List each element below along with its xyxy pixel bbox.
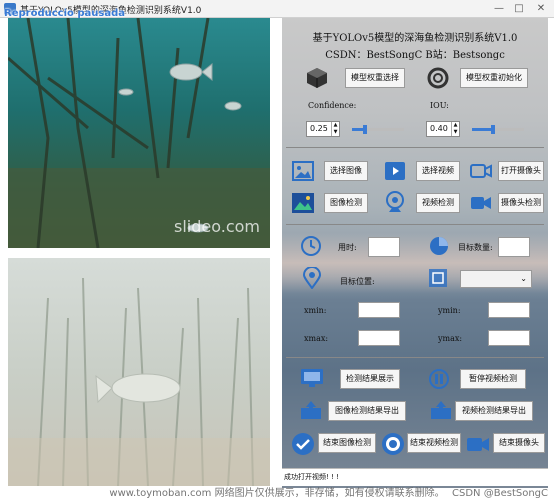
video-file-icon[interactable]	[384, 161, 406, 181]
target-select-dropdown[interactable]: ⌄	[460, 270, 532, 288]
count-output	[498, 237, 530, 257]
end-camera-button[interactable]: 结束摄像头	[493, 433, 545, 453]
location-pin-icon	[302, 267, 322, 289]
detection-scene-image	[8, 277, 270, 486]
end-image-detect-button[interactable]: 结束图像检测	[318, 433, 376, 453]
spinbox-arrows-icon[interactable]: ▲ ▼	[331, 122, 339, 136]
webcam-icon[interactable]	[385, 190, 405, 214]
ymin-label: ymin:	[438, 306, 461, 315]
pie-chart-icon	[430, 237, 448, 255]
camera-icon[interactable]	[470, 162, 492, 180]
gear-icon[interactable]	[426, 66, 450, 90]
iou-slider-handle[interactable]	[490, 125, 495, 134]
video-watermark: slideo.com	[174, 217, 260, 236]
image-detect-button[interactable]: 图像检测	[324, 193, 368, 213]
xmin-output	[358, 302, 400, 318]
divider	[286, 147, 544, 148]
underwater-scene-image	[8, 18, 270, 248]
upload-video-icon[interactable]	[430, 400, 452, 420]
target-icon	[429, 269, 447, 287]
export-image-results-button[interactable]: 图像检测结果导出	[328, 401, 406, 421]
spinbox-arrows-icon[interactable]: ▲ ▼	[451, 122, 459, 136]
chevron-down-icon[interactable]: ⌄	[520, 274, 527, 283]
cube-icon[interactable]	[306, 67, 328, 89]
ymax-label: ymax:	[438, 334, 463, 343]
select-weights-button[interactable]: 模型权重选择	[345, 68, 405, 88]
select-video-button[interactable]: 选择视频	[416, 161, 460, 181]
xmax-label: xmax:	[304, 334, 329, 343]
video-detect-button[interactable]: 视频检测	[416, 193, 460, 213]
upload-image-icon[interactable]	[300, 400, 322, 420]
csdn-watermark: CSDN @BestSongC	[452, 488, 548, 499]
status-text: 成功打开视频! ! !	[284, 473, 339, 481]
select-image-button[interactable]: 选择图像	[324, 161, 368, 181]
iou-spinbox[interactable]: 0.40 ▲ ▼	[426, 121, 460, 137]
divider	[286, 357, 544, 358]
divider	[286, 224, 544, 225]
page-watermark: www.toymoban.com 网络图片仅供展示，非存储，如有侵权请联系删除。…	[0, 486, 554, 502]
original-video-view: slideo.com	[8, 18, 270, 248]
close-button[interactable]: ✕	[532, 1, 550, 17]
end-video-detect-button[interactable]: 结束视频检测	[407, 433, 461, 453]
confidence-value: 0.25	[310, 124, 328, 133]
iou-value: 0.40	[430, 124, 448, 133]
xmin-label: xmin:	[304, 306, 327, 315]
status-bar: 成功打开视频! ! !	[282, 468, 548, 486]
ymin-output	[488, 302, 530, 318]
count-label: 目标数量:	[458, 243, 493, 252]
iou-slider-fill	[472, 128, 493, 131]
confidence-label: Confidence:	[308, 101, 357, 110]
show-results-button[interactable]: 检测结果展示	[340, 369, 400, 389]
video-camera-icon[interactable]	[470, 195, 492, 211]
target-position-label: 目标位置:	[340, 277, 375, 286]
init-weights-button[interactable]: 模型权重初始化	[460, 68, 528, 88]
check-circle-icon[interactable]	[291, 432, 315, 456]
image-icon[interactable]	[292, 161, 314, 181]
camera-off-icon[interactable]	[466, 434, 490, 454]
open-camera-button[interactable]: 打开摄像头	[498, 161, 544, 181]
clock-icon	[301, 236, 321, 256]
confidence-slider-handle[interactable]	[363, 125, 367, 134]
time-output	[368, 237, 400, 257]
author-info: CSDN：BestSongC B站：Bestsongc	[325, 50, 505, 61]
image-detect-icon[interactable]	[291, 192, 315, 214]
stop-circle-icon[interactable]	[381, 432, 405, 456]
panel-heading: 基于YOLOv5模型的深海鱼检测识别系统V1.0	[312, 33, 518, 44]
iou-slider[interactable]	[472, 125, 524, 134]
ymax-output	[488, 330, 530, 346]
camera-detect-button[interactable]: 摄像头检测	[498, 193, 544, 213]
detection-result-view	[8, 258, 270, 486]
site-watermark-text: www.toymoban.com 网络图片仅供展示，非存储，如有侵权请联系删除。	[109, 488, 445, 499]
minimize-button[interactable]: —	[490, 1, 508, 17]
maximize-button[interactable]: □	[510, 1, 528, 17]
confidence-spinbox[interactable]: 0.25 ▲ ▼	[306, 121, 340, 137]
display-icon[interactable]	[300, 368, 324, 388]
pause-icon[interactable]	[428, 368, 450, 390]
export-video-results-button[interactable]: 视频检测结果导出	[455, 401, 533, 421]
iou-label: IOU:	[430, 101, 449, 110]
pause-video-button[interactable]: 暂停视频检测	[460, 369, 526, 389]
xmax-output	[358, 330, 400, 346]
confidence-slider[interactable]	[352, 125, 404, 134]
time-label: 用时:	[338, 243, 357, 252]
title-bar: 基于YOLOv5模型的深海鱼检测识别系统V1.0 Reproduccio pau…	[0, 0, 554, 19]
